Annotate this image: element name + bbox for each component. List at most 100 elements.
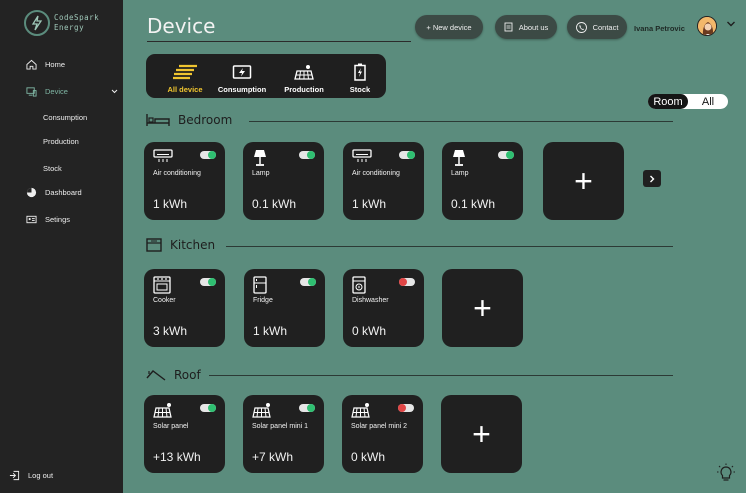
contact-label: Contact	[592, 22, 619, 32]
air-conditioner-icon	[153, 149, 173, 165]
solar-panel-icon	[252, 402, 272, 418]
device-name: Air conditioning	[352, 170, 400, 177]
device-card[interactable]: Solar panel mini 2 0 kWh	[342, 395, 423, 473]
device-energy-value: 3 kWh	[153, 324, 188, 338]
tab-stock[interactable]: Stock	[332, 60, 388, 94]
roof-icon	[146, 370, 166, 381]
chevron-down-icon[interactable]	[726, 20, 736, 28]
add-device-button[interactable]: +	[441, 395, 522, 473]
room-all-toggle[interactable]: Room All	[648, 94, 728, 109]
sidebar-item-label: Device	[45, 87, 68, 96]
solar-panel-icon	[153, 402, 173, 418]
app-logo[interactable]: CodeSpark Energy	[24, 10, 99, 36]
power-toggle[interactable]	[200, 151, 216, 159]
sidebar-item-label: Setings	[45, 215, 71, 224]
tab-consumption[interactable]: Consumption	[214, 60, 270, 94]
power-toggle[interactable]	[498, 151, 514, 159]
sidebar-item-device[interactable]: Device	[26, 86, 68, 97]
power-toggle[interactable]	[399, 278, 415, 286]
toggle-knob	[407, 151, 415, 159]
device-card[interactable]: Solar panel +13 kWh	[144, 395, 225, 473]
sidebar-subitem-consumption[interactable]: Consumption	[43, 113, 87, 122]
device-card[interactable]: Dishwasher 0 kWh	[343, 269, 424, 347]
power-toggle[interactable]	[200, 278, 216, 286]
new-device-button[interactable]: + New device	[415, 15, 483, 39]
sidebar-subitem-production[interactable]: Production	[43, 137, 79, 146]
section-kitchen-header: Kitchen	[146, 238, 215, 252]
avatar[interactable]	[697, 16, 717, 36]
device-card[interactable]: Air conditioning 1 kWh	[144, 142, 225, 220]
toggle-knob	[506, 151, 514, 159]
new-device-label: + New device	[426, 22, 472, 32]
section-bedroom-header: Bedroom	[146, 113, 232, 127]
cooker-icon	[153, 276, 173, 294]
solar-panel-icon	[294, 65, 314, 80]
section-roof-header: Roof	[146, 368, 201, 382]
add-device-button[interactable]: +	[543, 142, 624, 220]
sidebar-item-label: Dashboard	[45, 188, 82, 197]
device-card[interactable]: Air conditioning 1 kWh	[343, 142, 424, 220]
device-card[interactable]: Lamp 0.1 kWh	[442, 142, 523, 220]
device-name: Dishwasher	[352, 297, 389, 304]
toggle-room[interactable]: Room	[648, 94, 688, 109]
bed-icon	[146, 114, 170, 126]
chevron-right-icon	[650, 175, 655, 182]
device-name: Solar panel mini 1	[252, 423, 309, 430]
power-toggle[interactable]	[300, 278, 316, 286]
lightning-logo-icon	[24, 10, 50, 36]
sidebar-item-label: Home	[45, 60, 66, 69]
add-device-button[interactable]: +	[442, 269, 523, 347]
logo-line-1: CodeSpark	[54, 13, 100, 22]
power-toggle[interactable]	[299, 151, 315, 159]
device-name: Lamp	[451, 170, 469, 177]
device-name: Air conditioning	[153, 170, 201, 177]
device-card[interactable]: Lamp 0.1 kWh	[243, 142, 324, 220]
device-name: Solar panel mini 2	[351, 423, 408, 430]
about-us-label: About us	[518, 22, 549, 32]
dishwasher-icon	[352, 276, 372, 294]
power-toggle[interactable]	[299, 404, 315, 412]
power-toggle[interactable]	[399, 151, 415, 159]
logout-icon	[9, 470, 20, 481]
sidebar-item-home[interactable]: Home	[26, 59, 65, 70]
toggle-knob	[208, 278, 216, 286]
device-card[interactable]: Fridge 1 kWh	[244, 269, 325, 347]
device-energy-value: 1 kWh	[153, 197, 188, 211]
toggle-knob	[307, 151, 315, 159]
user-name[interactable]: Ivana Petrovic	[634, 24, 685, 33]
page-title: Device	[147, 14, 216, 38]
battery-icon	[354, 63, 366, 81]
tab-label: Production	[284, 85, 324, 94]
toggle-all[interactable]: All	[688, 94, 728, 109]
tab-label: All device	[167, 85, 203, 94]
about-us-button[interactable]: About us	[495, 15, 557, 39]
sidebar-item-dashboard[interactable]: Dashboard	[26, 187, 82, 198]
air-conditioner-icon	[352, 149, 372, 165]
lamp-icon	[451, 149, 471, 166]
kitchen-cabinet-icon	[146, 238, 162, 252]
sidebar-subitem-stock[interactable]: Stock	[43, 164, 62, 173]
toggle-knob	[399, 278, 407, 286]
device-card[interactable]: Cooker 3 kWh	[144, 269, 225, 347]
next-button[interactable]	[643, 170, 661, 187]
power-toggle[interactable]	[200, 404, 216, 412]
device-name: Lamp	[252, 170, 270, 177]
tab-label: Stock	[349, 85, 371, 94]
section-title: Kitchen	[170, 238, 216, 252]
lightbulb-icon[interactable]	[716, 463, 736, 485]
logout-label: Log out	[28, 471, 54, 480]
tab-production[interactable]: Production	[276, 60, 332, 94]
toggle-knob	[208, 404, 216, 412]
section-title: Bedroom	[178, 113, 233, 127]
device-card[interactable]: Solar panel mini 1 +7 kWh	[243, 395, 324, 473]
section-title: Roof	[174, 368, 201, 382]
power-toggle[interactable]	[398, 404, 414, 412]
tab-all-device[interactable]: All device	[157, 60, 213, 94]
logout-button[interactable]: Log out	[9, 470, 53, 481]
user-avatar-icon	[698, 17, 716, 35]
sidebar-item-settings[interactable]: Setings	[26, 214, 70, 225]
battery-bolt-icon	[232, 65, 252, 79]
lamp-icon	[252, 149, 272, 166]
chevron-down-icon[interactable]	[111, 88, 118, 95]
contact-button[interactable]: Contact	[567, 15, 627, 39]
